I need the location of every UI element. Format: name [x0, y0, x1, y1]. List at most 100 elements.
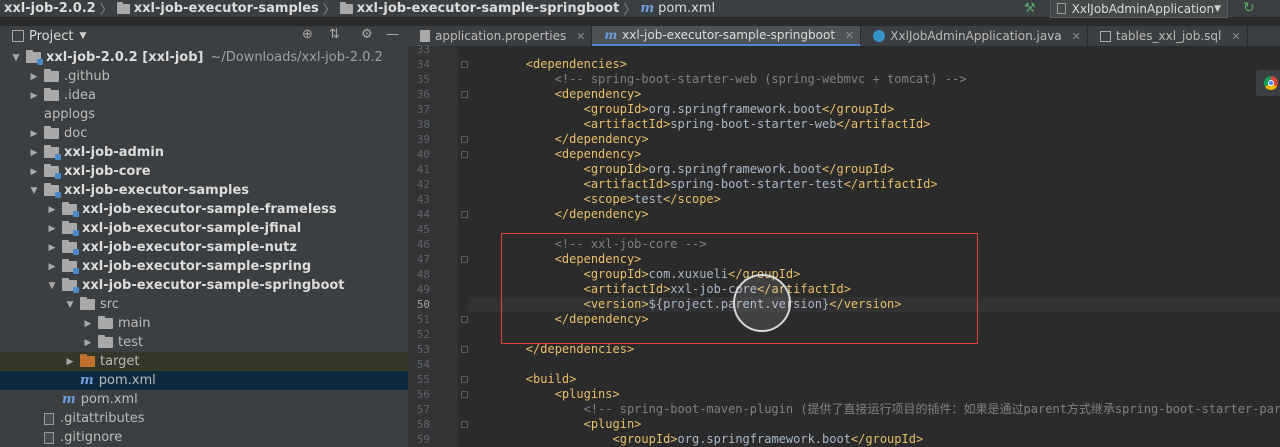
tree-item-label: .idea: [64, 88, 96, 103]
tree-item[interactable]: ▼ xxl-job-executor-sample-springboot: [0, 276, 408, 295]
expand-arrow-down-icon[interactable]: ▼: [28, 186, 40, 196]
close-icon[interactable]: ✕: [576, 30, 585, 43]
tree-item-label: doc: [64, 126, 88, 141]
line-number: 37: [416, 103, 430, 116]
fold-marker-icon[interactable]: [461, 346, 468, 353]
tree-item[interactable]: ▶ .idea: [0, 86, 408, 105]
line-number: 44: [416, 208, 430, 221]
maven-icon: m: [640, 1, 655, 16]
tree-item[interactable]: .gitattributes: [0, 409, 408, 428]
tree-item[interactable]: applogs: [0, 105, 408, 124]
breadcrumb-item-pom[interactable]: 〉 m pom.xml: [619, 0, 715, 17]
fold-marker-icon[interactable]: [461, 91, 468, 98]
module-folder-icon: [26, 50, 43, 65]
line-number: 43: [416, 193, 430, 206]
line-number: 54: [416, 358, 430, 371]
expand-arrow-right-icon[interactable]: ▶: [28, 148, 40, 158]
project-view-selector[interactable]: Project: [29, 29, 73, 44]
close-icon[interactable]: ✕: [845, 29, 854, 42]
expand-arrow-down-icon[interactable]: ▼: [64, 300, 76, 310]
fold-marker-icon[interactable]: [461, 211, 468, 218]
fold-marker-icon[interactable]: [461, 256, 468, 263]
fold-marker-icon[interactable]: [461, 61, 468, 68]
expand-arrow-right-icon[interactable]: ▶: [64, 357, 76, 367]
expand-arrow-right-icon[interactable]: ▶: [82, 338, 94, 348]
editor-tab[interactable]: tables_xxl_job.sql ✕: [1088, 26, 1248, 46]
fold-marker-icon[interactable]: [461, 376, 468, 383]
gear-icon[interactable]: ⚙: [361, 27, 373, 42]
tree-item-label: .github: [64, 69, 110, 84]
expand-arrow-right-icon[interactable]: ▶: [28, 167, 40, 177]
breadcrumb-label: xxl-job-executor-sample-springboot: [356, 1, 620, 16]
locate-target-icon[interactable]: ⊕: [302, 27, 313, 42]
tree-item[interactable]: ▼ src: [0, 295, 408, 314]
expand-arrow-right-icon[interactable]: ▶: [46, 262, 58, 272]
mouse-cursor-indicator: [733, 274, 791, 332]
code-line: <build>: [525, 372, 577, 386]
tree-item[interactable]: ▼ xxl-job-executor-samples: [0, 181, 408, 200]
hide-panel-icon[interactable]: —: [386, 27, 399, 42]
tree-item[interactable]: ▶ xxl-job-executor-sample-spring: [0, 257, 408, 276]
tree-item-label: target: [100, 354, 140, 369]
tree-item[interactable]: ▼ xxl-job-2.0.2 [xxl-job] ~/Downloads/xxl-…: [0, 48, 408, 67]
rerun-icon[interactable]: ↻: [1243, 0, 1255, 16]
folder-icon: [44, 69, 59, 82]
line-number: 49: [416, 283, 430, 296]
module-folder-icon: [44, 183, 61, 198]
tree-item[interactable]: ▶ target: [0, 352, 408, 371]
expand-arrow-right-icon[interactable]: ▶: [28, 129, 40, 139]
tree-item-label: xxl-job-admin: [64, 145, 165, 160]
editor-tab-label: XxlJobAdminApplication.java: [890, 29, 1062, 43]
breadcrumb-item-root[interactable]: xxl-job-2.0.2: [4, 0, 96, 17]
close-icon[interactable]: ✕: [1231, 30, 1240, 43]
expand-arrow-right-icon[interactable]: ▶: [28, 72, 40, 82]
line-number: 58: [416, 418, 430, 431]
tree-item[interactable]: ▶ xxl-job-admin: [0, 143, 408, 162]
fold-marker-icon[interactable]: [461, 391, 468, 398]
tree-item-label: applogs: [44, 107, 96, 122]
tree-item[interactable]: ▶ doc: [0, 124, 408, 143]
close-icon[interactable]: ✕: [1072, 30, 1081, 43]
line-number: 41: [416, 163, 430, 176]
expand-arrow-down-icon[interactable]: ▼: [10, 53, 22, 63]
project-view-icon: [12, 30, 24, 42]
breadcrumb-item-springboot[interactable]: 〉 xxl-job-executor-sample-springboot: [319, 0, 620, 17]
expand-arrow-right-icon[interactable]: ▶: [46, 243, 58, 253]
fold-marker-icon[interactable]: [461, 151, 468, 158]
expand-arrow-right-icon[interactable]: ▶: [28, 91, 40, 101]
tree-item[interactable]: .gitignore: [0, 428, 408, 447]
chevron-down-icon[interactable]: ▼: [79, 31, 86, 41]
code-line: <!-- spring-boot-starter-web (spring-web…: [468, 72, 967, 86]
run-configuration-dropdown[interactable]: XxlJobAdminApplication ▼: [1050, 0, 1228, 18]
fold-marker-icon[interactable]: [461, 136, 468, 143]
fold-marker-icon[interactable]: [461, 316, 468, 323]
tree-item[interactable]: ▶ xxl-job-executor-sample-nutz: [0, 238, 408, 257]
editor-tab[interactable]: XxlJobAdminApplication.java ✕: [861, 26, 1088, 46]
tree-item[interactable]: ▶ xxl-job-executor-sample-frameless: [0, 200, 408, 219]
tree-item[interactable]: ▶ main: [0, 314, 408, 333]
expand-arrow-right-icon[interactable]: ▶: [82, 319, 94, 329]
tree-item[interactable]: m pom.xml: [0, 390, 408, 409]
expand-arrow-right-icon[interactable]: ▶: [46, 205, 58, 215]
expand-arrow-right-icon[interactable]: ▶: [46, 224, 58, 234]
tree-item[interactable]: ▶ xxl-job-core: [0, 162, 408, 181]
browser-chrome-icon[interactable]: [1256, 70, 1280, 96]
tree-item[interactable]: ▶ test: [0, 333, 408, 352]
build-hammer-icon[interactable]: ⚒: [1024, 1, 1036, 16]
editor-tab[interactable]: application.properties ✕: [408, 26, 593, 46]
folder-icon: [116, 1, 130, 14]
folder-icon: [44, 88, 59, 101]
tree-item-label: xxl-job-2.0.2 [xxl-job]: [46, 50, 204, 65]
expand-arrow-down-icon[interactable]: ▼: [46, 281, 58, 291]
collapse-all-icon[interactable]: ⇅: [329, 27, 340, 42]
tree-item[interactable]: m pom.xml: [0, 371, 408, 390]
tree-item[interactable]: ▶ xxl-job-executor-sample-jfinal: [0, 219, 408, 238]
line-number: 36: [416, 88, 430, 101]
breadcrumb-item-samples[interactable]: 〉 xxl-job-executor-samples: [96, 0, 319, 17]
fold-marker-icon[interactable]: [461, 421, 468, 428]
maven-file-icon: m: [80, 373, 94, 388]
maven-file-icon: m: [62, 392, 76, 407]
editor-tab[interactable]: m xxl-job-executor-sample-springboot ✕: [592, 26, 862, 46]
tree-item[interactable]: ▶ .github: [0, 67, 408, 86]
